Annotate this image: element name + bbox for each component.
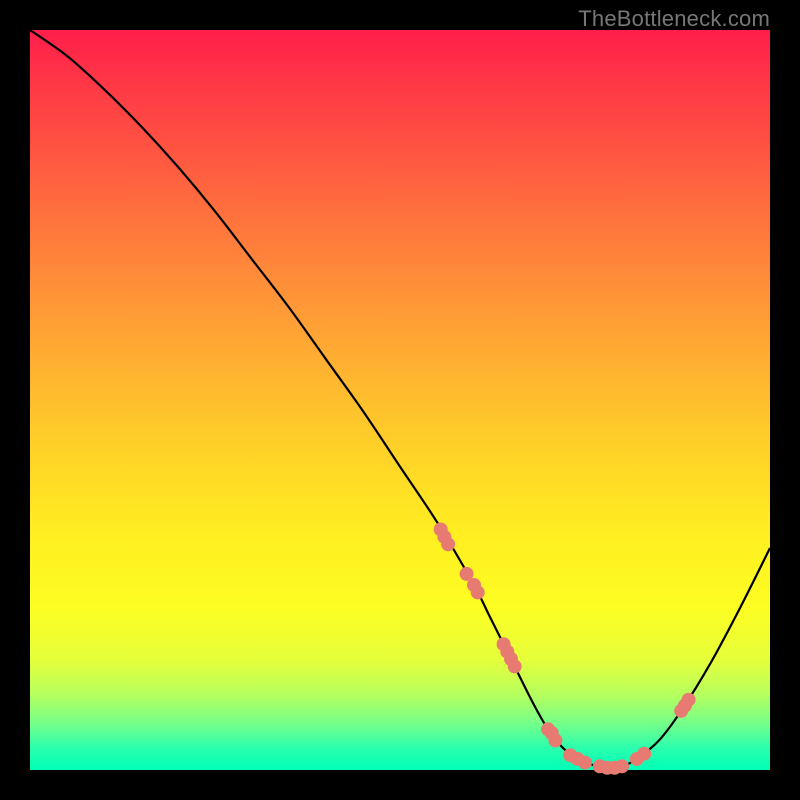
watermark-text: TheBottleneck.com — [578, 6, 770, 32]
chart-overlay — [30, 30, 770, 770]
data-marker — [615, 759, 629, 773]
data-marker — [682, 693, 696, 707]
data-marker — [508, 659, 522, 673]
data-marker — [637, 747, 651, 761]
data-marker — [471, 585, 485, 599]
data-marker — [441, 537, 455, 551]
chart-stage: TheBottleneck.com — [0, 0, 800, 800]
curve-line — [30, 30, 770, 768]
data-marker — [548, 733, 562, 747]
marker-group — [434, 523, 696, 775]
data-marker — [578, 756, 592, 770]
